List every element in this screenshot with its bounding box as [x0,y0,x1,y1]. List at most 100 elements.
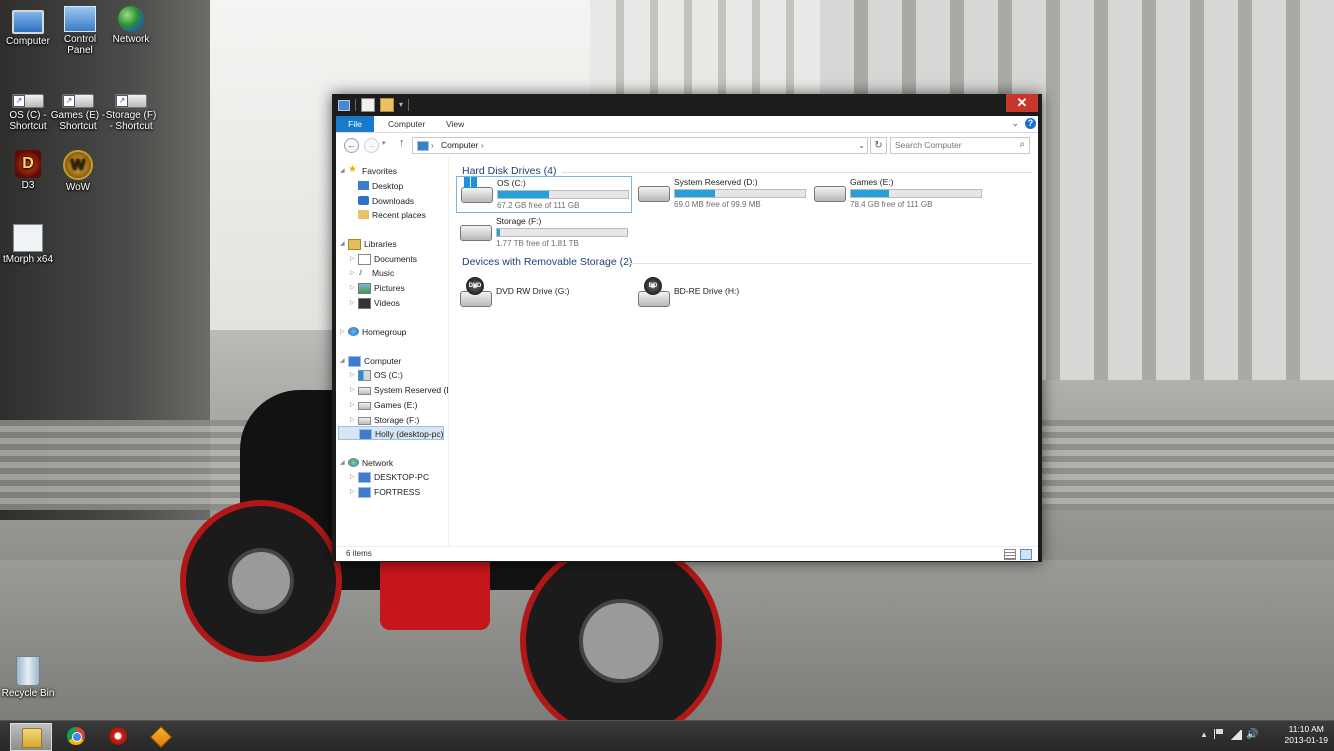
collapsed-arrow-icon[interactable]: ▷ [350,252,358,266]
navigation-pane[interactable]: ◢ ★ Favorites Desktop Downloads Recent pla… [336,157,449,546]
tree-favorites[interactable]: ◢ ★ Favorites [340,164,397,178]
expand-arrow-icon[interactable]: ◢ [340,164,348,178]
tree-item-recent-places[interactable]: Recent places [350,208,426,222]
collapsed-arrow-icon[interactable]: ▷ [350,485,358,499]
details-view-icon[interactable] [1004,549,1016,560]
tree-network[interactable]: ◢ Network [340,456,393,470]
taskbar-winamp[interactable] [140,723,180,749]
show-hidden-icons-icon[interactable]: ▲ [1200,730,1208,739]
tab-view[interactable]: View [438,116,472,132]
drive-tile-games-e[interactable]: Games (E:) 78.4 GB free of 111 GB [810,176,984,211]
desktop-icon-d3[interactable]: D D3 [0,150,56,191]
breadcrumb-chevron-icon[interactable]: › [481,139,484,152]
desktop-icon-wow[interactable]: W WoW [50,150,106,193]
taskbar-chrome[interactable] [56,723,96,749]
content-pane[interactable]: Hard Disk Drives (4) OS (C:) 67.2 GB fre… [450,157,1038,546]
taskbar: ▲ 🔊 11:10 AM 2013-01-19 [0,720,1334,751]
desktop-icon-label: Computer [6,36,50,47]
close-button[interactable]: ✕ [1006,94,1038,112]
collapsed-arrow-icon[interactable]: ▷ [340,325,348,339]
tree-item-system-reserved[interactable]: ▷ System Reserved (D:) [350,383,448,397]
help-icon[interactable]: ? [1025,118,1036,129]
drive-tile-storage-f[interactable]: Storage (F:) 1.77 TB free of 1.81 TB [456,215,630,250]
new-folder-icon[interactable] [380,98,394,112]
tree-computer[interactable]: ◢ Computer [340,354,401,368]
clock[interactable]: 11:10 AM 2013-01-19 [1285,724,1328,746]
search-icon[interactable]: ⌕ [1019,139,1025,150]
recent-locations-chevron-icon[interactable]: ▾ [382,139,386,147]
shortcut-arrow-icon: ↗ [63,95,75,107]
refresh-button[interactable]: ↻ [870,137,887,154]
tree-item-holly-desktop-pc[interactable]: Holly (desktop-pc) [338,426,444,440]
tree-libraries[interactable]: ◢ Libraries [340,237,397,251]
tree-item-desktop[interactable]: Desktop [350,179,403,193]
tree-item-storage-f[interactable]: ▷ Storage (F:) [350,413,419,427]
tab-file[interactable]: File [336,116,374,132]
action-center-flag-icon[interactable] [1214,729,1224,739]
up-button[interactable]: ↑ [399,137,405,149]
expand-arrow-icon[interactable]: ◢ [340,237,348,251]
address-history-dropdown-icon[interactable]: ⌄ [858,138,865,153]
title-bar[interactable]: ▾ ✕ [332,94,1042,116]
tree-item-os-c[interactable]: ▷ OS (C:) [350,368,403,382]
desktop-icon-storage-shortcut[interactable]: ↗ Storage (F) - Shortcut [103,82,159,132]
collapsed-arrow-icon[interactable]: ▷ [350,266,358,280]
collapsed-arrow-icon[interactable]: ▷ [350,470,358,484]
recycle-bin-icon [16,656,40,686]
desktop-icon-recycle-bin[interactable]: Recycle Bin [0,656,56,699]
tree-label: FORTRESS [374,487,421,497]
back-button[interactable]: ← [344,138,359,153]
expand-ribbon-icon[interactable]: ⌄ [1011,118,1019,129]
tree-homegroup[interactable]: ▷ Homegroup [340,325,406,339]
tree-item-documents[interactable]: ▷ Documents [350,252,417,266]
collapsed-arrow-icon[interactable]: ▷ [350,281,358,295]
volume-icon[interactable]: 🔊 [1246,729,1258,740]
desktop-icon-computer[interactable]: Computer [0,6,56,47]
address-bar[interactable]: › Computer › ⌄ [412,137,868,154]
taskbar-ccleaner[interactable] [98,723,138,749]
expand-arrow-icon[interactable]: ◢ [340,354,348,368]
drive-tile-bd-h[interactable]: BD BD-RE Drive (H:) [634,275,808,309]
taskbar-file-explorer[interactable] [10,723,52,751]
search-box[interactable]: ⌕ [890,137,1030,154]
tree-item-games-e[interactable]: ▷ Games (E:) [350,398,417,412]
desktop-icon-control-panel[interactable]: Control Panel [52,6,108,56]
documents-icon [358,254,371,265]
bd-drive-icon: BD [638,277,670,307]
collapsed-arrow-icon[interactable]: ▷ [350,383,358,397]
tree-item-videos[interactable]: ▷ Videos [350,296,400,310]
network-status-icon[interactable] [1230,730,1242,740]
search-input[interactable] [891,138,1007,151]
forward-button[interactable]: → [364,138,379,153]
breadcrumb-chevron-icon[interactable]: › [431,139,434,152]
tiles-view-icon[interactable] [1020,549,1032,560]
desktop-icon-network[interactable]: Network [103,6,159,45]
breadcrumb-computer[interactable]: Computer [441,138,478,153]
tree-item-desktop-pc[interactable]: ▷ DESKTOP-PC [350,470,429,484]
tree-item-fortress[interactable]: ▷ FORTRESS [350,485,420,499]
group-header-removable-storage[interactable]: Devices with Removable Storage (2) [462,256,632,268]
tree-label: Recent places [372,210,426,220]
wow-icon: W [63,150,93,180]
desktop-icon-tmorph[interactable]: tMorph x64 [0,224,56,265]
customize-toolbar-chevron-icon[interactable]: ▾ [399,99,403,111]
expand-arrow-icon[interactable]: ◢ [340,456,348,470]
properties-icon[interactable] [361,98,375,112]
tree-item-pictures[interactable]: ▷ Pictures [350,281,405,295]
collapsed-arrow-icon[interactable]: ▷ [350,368,358,382]
tree-item-music[interactable]: ▷ ♪ Music [350,266,394,280]
network-icon [118,6,144,32]
collapsed-arrow-icon[interactable]: ▷ [350,296,358,310]
tree-item-downloads[interactable]: Downloads [350,194,414,208]
videos-icon [358,298,371,309]
drive-tile-os-c[interactable]: OS (C:) 67.2 GB free of 111 GB [456,176,632,213]
desktop-icon-games-shortcut[interactable]: ↗ Games (E) - Shortcut [50,82,106,132]
tab-computer[interactable]: Computer [380,116,433,132]
tree-label: Holly (desktop-pc) [375,429,444,439]
drive-tile-system-reserved[interactable]: System Reserved (D:) 69.0 MB free of 99.… [634,176,808,211]
drive-tile-dvd-g[interactable]: DVD DVD RW Drive (G:) [456,275,630,309]
desktop-icon-os-shortcut[interactable]: ↗ OS (C) - Shortcut [0,82,56,132]
collapsed-arrow-icon[interactable]: ▷ [350,413,358,427]
collapsed-arrow-icon[interactable]: ▷ [350,398,358,412]
shortcut-arrow-icon: ↗ [13,95,25,107]
